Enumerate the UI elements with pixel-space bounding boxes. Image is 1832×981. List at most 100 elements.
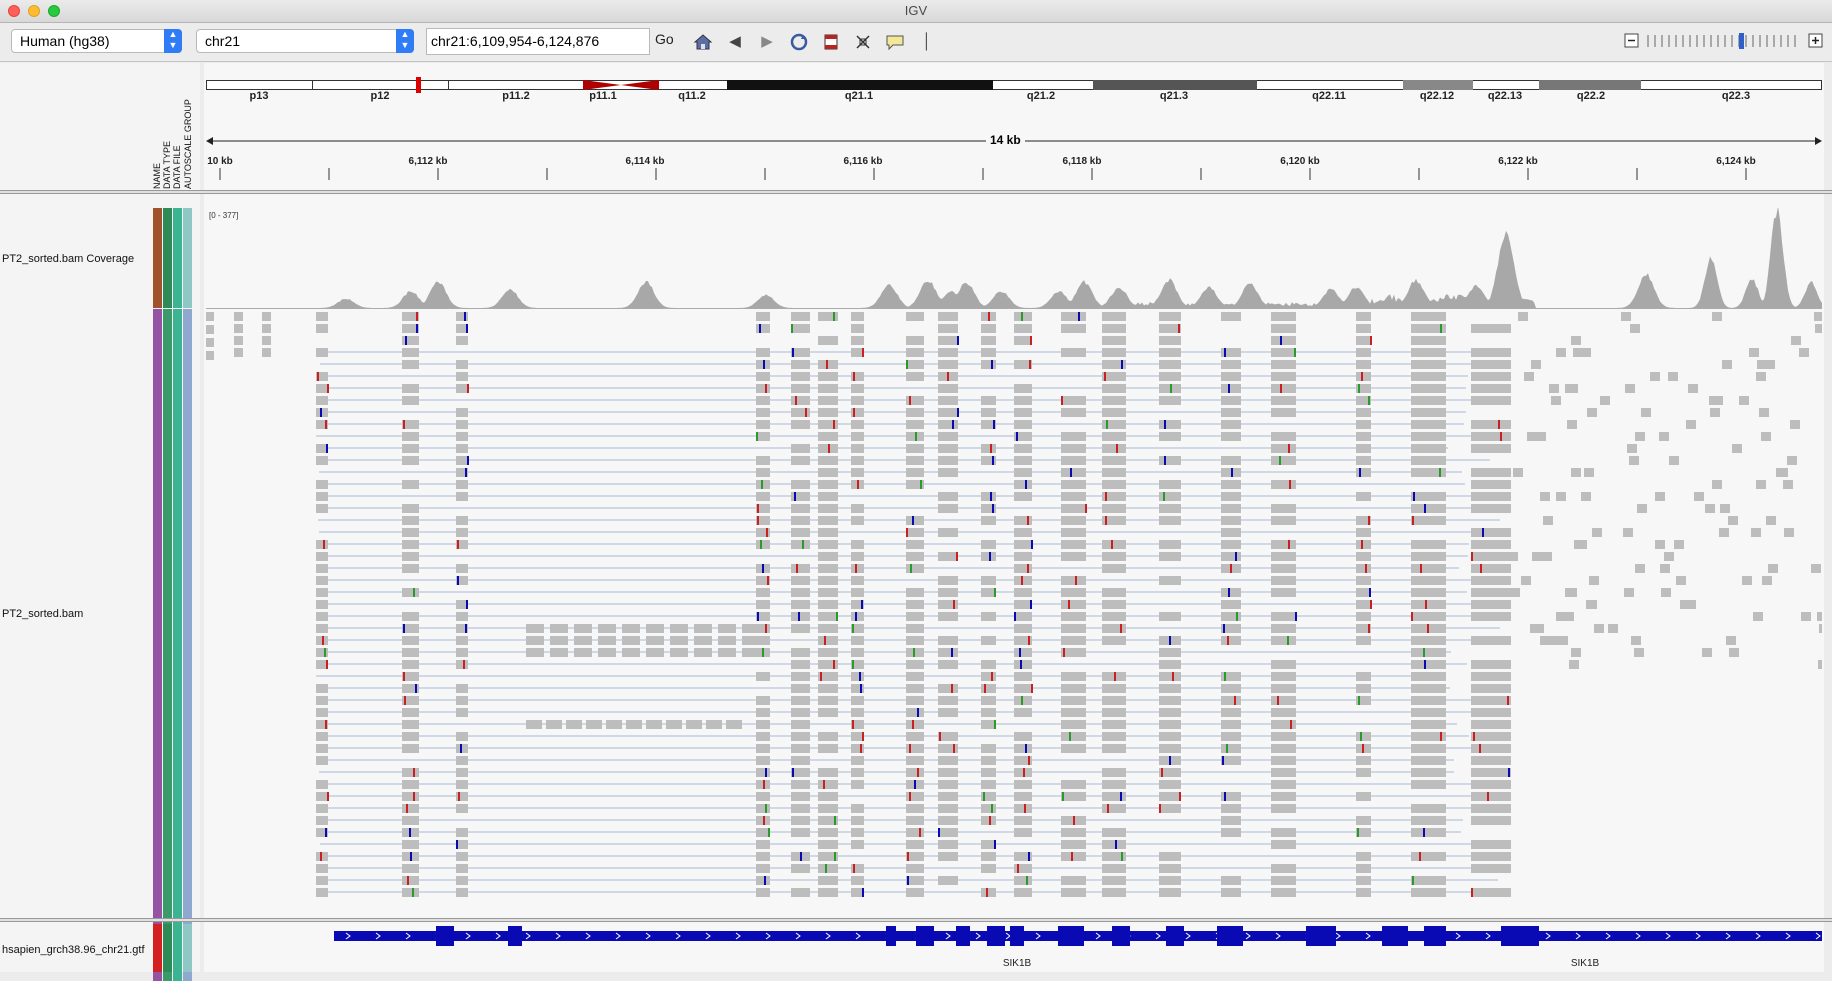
mismatch-mark bbox=[416, 324, 418, 333]
read-block bbox=[1624, 588, 1634, 597]
read-block bbox=[1221, 504, 1241, 513]
read-block bbox=[1356, 600, 1371, 609]
alignment-track[interactable] bbox=[206, 309, 1822, 917]
go-button[interactable]: Go bbox=[655, 31, 674, 47]
read-block bbox=[938, 768, 958, 777]
attr-datatype-annotation[interactable] bbox=[163, 924, 172, 972]
read-block bbox=[981, 660, 996, 669]
mismatch-mark bbox=[1425, 600, 1427, 609]
read-block bbox=[1471, 564, 1511, 573]
coverage-track[interactable] bbox=[206, 208, 1822, 308]
mismatch-mark bbox=[947, 372, 949, 381]
attr-datafile-annotation[interactable] bbox=[173, 924, 182, 972]
read-block bbox=[1159, 660, 1181, 669]
attr-datafile-alignments[interactable] bbox=[173, 309, 182, 981]
attr-autoscale-alignments[interactable] bbox=[183, 309, 192, 981]
exon-block bbox=[1424, 926, 1446, 946]
mismatch-mark bbox=[1440, 324, 1442, 333]
attribute-header-name[interactable]: NAME bbox=[152, 163, 162, 189]
mismatch-mark bbox=[833, 312, 835, 321]
read-block bbox=[402, 636, 419, 645]
read-block bbox=[1471, 816, 1511, 825]
mismatch-mark bbox=[759, 324, 761, 333]
read-block bbox=[818, 600, 838, 609]
refresh-icon[interactable] bbox=[788, 31, 810, 53]
region-of-interest-icon[interactable] bbox=[820, 31, 842, 53]
read-block bbox=[1271, 456, 1296, 465]
read-block bbox=[1411, 816, 1446, 825]
read-block bbox=[851, 456, 864, 465]
read-block bbox=[1271, 804, 1296, 813]
alignment-track-name[interactable]: PT2_sorted.bam bbox=[2, 608, 83, 620]
chromosome-select[interactable]: chr21 ▲ ▼ bbox=[196, 29, 414, 53]
locus-search-input[interactable]: chr21:6,109,954-6,124,876 bbox=[426, 28, 650, 55]
mismatch-mark bbox=[757, 516, 759, 525]
gene-model-sik1b[interactable] bbox=[206, 924, 1822, 948]
read-block bbox=[938, 552, 958, 561]
read-block bbox=[1102, 696, 1126, 705]
read-block bbox=[1356, 732, 1371, 741]
read-block bbox=[756, 864, 770, 873]
read-block bbox=[1569, 660, 1579, 669]
read-block bbox=[1411, 684, 1446, 693]
zoom-widget[interactable] bbox=[1624, 31, 1824, 51]
coverage-histogram bbox=[316, 208, 1822, 308]
read-block bbox=[1411, 708, 1446, 717]
read-block bbox=[316, 792, 328, 801]
read-block bbox=[1531, 360, 1541, 369]
read-block bbox=[981, 888, 996, 897]
attr-datatype-alignments[interactable] bbox=[163, 309, 172, 981]
read-block bbox=[1356, 636, 1371, 645]
read-block bbox=[1221, 480, 1241, 489]
mismatch-mark bbox=[1480, 564, 1482, 573]
read-block bbox=[316, 552, 328, 561]
attribute-header-data-type[interactable]: DATA TYPE bbox=[162, 141, 172, 189]
attr-name-alignments[interactable] bbox=[153, 309, 162, 981]
mismatch-mark bbox=[757, 504, 759, 513]
genome-select[interactable]: Human (hg38) ▲ ▼ bbox=[11, 29, 182, 53]
mismatch-mark bbox=[952, 420, 954, 429]
home-icon[interactable] bbox=[692, 31, 714, 53]
read-block bbox=[1411, 876, 1446, 885]
read-block bbox=[1577, 540, 1587, 549]
read-block bbox=[1061, 348, 1086, 357]
back-icon[interactable]: ◀ bbox=[724, 31, 746, 53]
mismatch-mark bbox=[326, 444, 328, 453]
mismatch-mark bbox=[1026, 876, 1028, 885]
read-block bbox=[906, 888, 924, 897]
mismatch-mark bbox=[460, 744, 462, 753]
read-block bbox=[1061, 792, 1086, 801]
read-block bbox=[1061, 636, 1086, 645]
forward-icon[interactable]: ▶ bbox=[756, 31, 778, 53]
attr-name-annotation[interactable] bbox=[153, 924, 162, 972]
read-block bbox=[402, 336, 419, 345]
read-block bbox=[1778, 468, 1788, 477]
attribute-header-data-file[interactable]: DATA FILE bbox=[172, 145, 182, 189]
attr-datatype-coverage[interactable] bbox=[163, 208, 172, 308]
ruler-tick-label: 6,116 kb bbox=[843, 156, 883, 167]
read-block bbox=[1102, 336, 1126, 345]
mismatch-mark bbox=[862, 348, 864, 357]
popup-text-icon[interactable] bbox=[884, 31, 906, 53]
read-block bbox=[981, 444, 996, 453]
read-block bbox=[906, 564, 924, 573]
mismatch-mark bbox=[1224, 792, 1226, 801]
read-block bbox=[1061, 600, 1086, 609]
read-block bbox=[1271, 396, 1296, 405]
read-block bbox=[1159, 336, 1181, 345]
attr-name-coverage[interactable] bbox=[153, 208, 162, 308]
coverage-track-name[interactable]: PT2_sorted.bam Coverage bbox=[2, 253, 134, 265]
attr-autoscale-coverage[interactable] bbox=[183, 208, 192, 308]
mismatch-mark bbox=[767, 576, 769, 585]
attr-datafile-coverage[interactable] bbox=[173, 208, 182, 308]
read-block bbox=[906, 636, 924, 645]
read-block bbox=[1762, 576, 1772, 585]
chevron-updown-icon: ▲ ▼ bbox=[396, 29, 414, 53]
read-block bbox=[1471, 840, 1511, 849]
attribute-header-autoscale-group[interactable]: AUTOSCALE GROUP bbox=[183, 99, 193, 189]
attr-autoscale-annotation[interactable] bbox=[183, 924, 192, 972]
mismatch-mark bbox=[989, 552, 991, 561]
resize-to-window-icon[interactable] bbox=[852, 31, 874, 53]
read-block bbox=[1102, 504, 1126, 513]
annotation-track-name[interactable]: hsapien_grch38.96_chr21.gtf bbox=[2, 944, 145, 956]
